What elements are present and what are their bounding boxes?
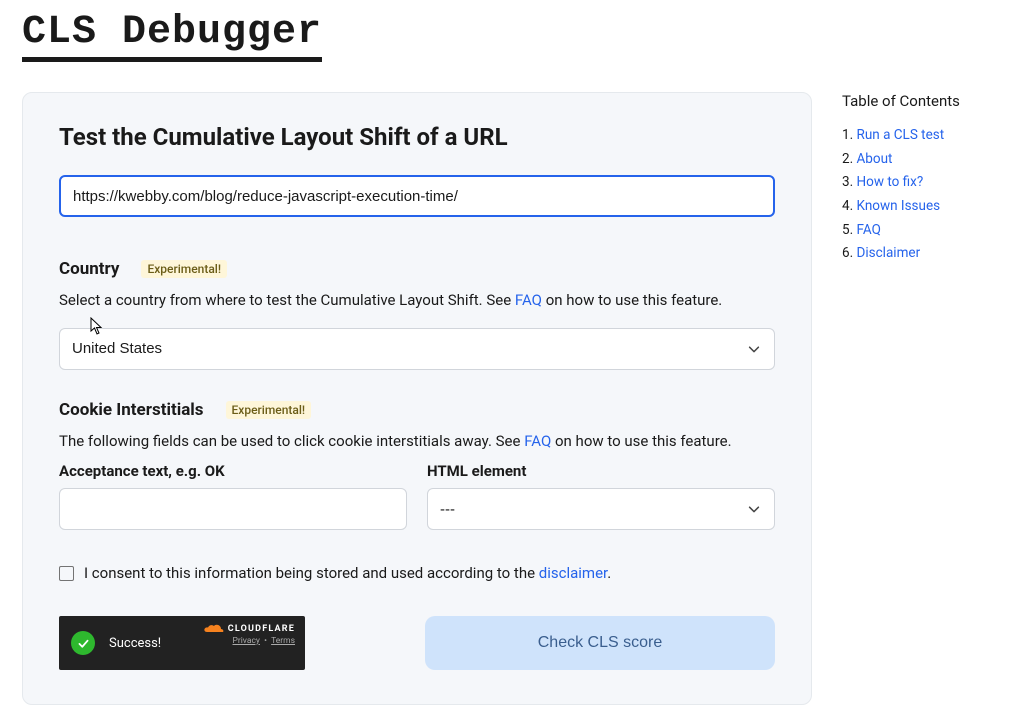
toc-list: Run a CLS test About How to fix? Known I…: [842, 124, 1012, 266]
toc-link-faq[interactable]: FAQ: [857, 222, 881, 238]
cookie-faq-link[interactable]: FAQ: [524, 432, 551, 450]
url-input[interactable]: [59, 175, 775, 217]
card-heading: Test the Cumulative Layout Shift of a UR…: [59, 123, 775, 151]
toc-title: Table of Contents: [842, 92, 1012, 110]
success-check-icon: [71, 631, 95, 655]
consent-text: I consent to this information being stor…: [84, 564, 611, 582]
country-help: Select a country from where to test the …: [59, 289, 775, 312]
country-select[interactable]: United States: [59, 328, 775, 370]
check-cls-button[interactable]: Check CLS score: [425, 616, 775, 670]
captcha-status: Success!: [109, 636, 161, 651]
captcha-privacy-link[interactable]: Privacy: [233, 636, 260, 646]
consent-checkbox[interactable]: [59, 566, 74, 581]
experimental-badge: Experimental!: [226, 401, 312, 419]
cookie-label: Cookie Interstitials: [59, 400, 204, 420]
country-label: Country: [59, 259, 119, 279]
html-element-select[interactable]: ---: [427, 488, 775, 530]
toc-link-about[interactable]: About: [857, 151, 893, 167]
main-card: Test the Cumulative Layout Shift of a UR…: [22, 92, 812, 705]
country-faq-link[interactable]: FAQ: [515, 291, 542, 309]
cloudflare-icon: [203, 623, 225, 634]
disclaimer-link[interactable]: disclaimer: [539, 564, 607, 582]
site-title: CLS Debugger: [22, 10, 322, 62]
toc-link-known-issues[interactable]: Known Issues: [857, 198, 941, 214]
experimental-badge: Experimental!: [141, 260, 227, 278]
captcha-terms-link[interactable]: Terms: [271, 636, 295, 646]
captcha-widget: Success! CLOUDFLARE Privacy • Terms: [59, 616, 305, 670]
toc-link-disclaimer[interactable]: Disclaimer: [857, 245, 921, 261]
cloudflare-brand: CLOUDFLARE: [228, 624, 295, 634]
site-title-link[interactable]: CLS Debugger: [22, 27, 322, 46]
toc-link-how-to-fix[interactable]: How to fix?: [857, 174, 924, 190]
html-element-label: HTML element: [427, 462, 775, 480]
acceptance-label: Acceptance text, e.g. OK: [59, 462, 407, 480]
toc-link-run-test[interactable]: Run a CLS test: [857, 127, 945, 143]
acceptance-input[interactable]: [59, 488, 407, 530]
toc-sidebar: Table of Contents Run a CLS test About H…: [842, 92, 1012, 266]
cookie-help: The following fields can be used to clic…: [59, 430, 775, 453]
